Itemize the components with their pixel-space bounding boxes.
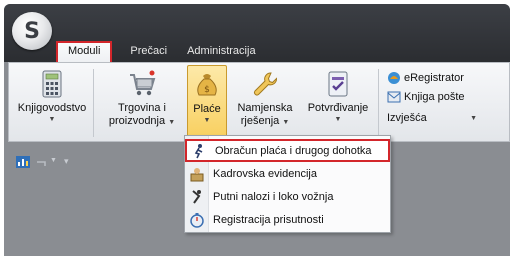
menu-item-registracija-prisutnosti[interactable]: Registracija prisutnosti	[185, 208, 390, 231]
ribbon-tabs: Moduli Prečaci Administracija	[56, 41, 266, 62]
chart-icon[interactable]	[16, 156, 30, 168]
ribbon-button-knjigovodstvo[interactable]: Knjigovodstvo ▼	[17, 65, 87, 141]
label-line1: Trgovina i	[118, 102, 166, 114]
dropdown-arrow-icon: ▼	[334, 116, 342, 123]
ribbon-button-label: Namjenska rješenja ▼	[237, 102, 292, 128]
ribbon-separator	[378, 69, 379, 137]
ribbon-separator	[93, 69, 94, 137]
tab-administracija[interactable]: Administracija	[177, 41, 265, 62]
menu-item-obracun-placa[interactable]: Obračun plaća i drugog dohotka	[185, 139, 390, 162]
checklist-icon	[328, 71, 348, 97]
svg-text:$: $	[204, 85, 210, 95]
calculator-icon	[42, 70, 62, 98]
knjiga-poste-label: Knjiga pošte	[404, 91, 465, 103]
ribbon-button-label: Knjigovodstvo	[17, 102, 87, 114]
ribbon-button-label: Plaće	[193, 103, 221, 115]
payroll-runner-icon	[194, 143, 203, 158]
menu-item-putni-nalozi[interactable]: Putni nalozi i loko vožnja	[185, 185, 390, 208]
menu-item-label: Obračun plaća i drugog dohotka	[215, 144, 372, 157]
label-line1: Namjenska	[237, 102, 293, 114]
stopwatch-icon	[190, 212, 204, 228]
dropdown-arrow-icon: ▼	[282, 119, 290, 126]
menu-item-label: Registracija prisutnosti	[213, 213, 324, 226]
undo-icon[interactable]	[34, 156, 48, 168]
menu-item-label: Putni nalozi i loko vožnja	[213, 190, 334, 203]
label-line2: rješenja	[240, 115, 280, 127]
customize-toolbar-icon[interactable]: ▾	[64, 156, 69, 167]
ribbon-small-knjiga-poste[interactable]: Knjiga pošte	[387, 88, 465, 106]
menu-item-label: Kadrovska evidencija	[213, 167, 317, 180]
tab-moduli[interactable]: Moduli	[56, 41, 113, 62]
menu-item-kadrovska-evidencija[interactable]: Kadrovska evidencija	[185, 162, 390, 185]
ribbon-panel: Knjigovodstvo ▼ Trgovina i proizvodnja ▼ …	[8, 62, 510, 142]
app-window: S Moduli Prečaci Administracija Knjigovo…	[4, 4, 510, 256]
ribbon-small-eregistrator[interactable]: eRegistrator	[387, 69, 464, 87]
mail-book-icon	[387, 91, 401, 103]
ribbon-button-place[interactable]: $ Plaće ▼	[187, 65, 227, 141]
shopping-cart-icon	[130, 70, 156, 96]
title-bar: S Moduli Prečaci Administracija	[4, 4, 510, 62]
ribbon-button-trgovina[interactable]: Trgovina i proizvodnja ▼	[103, 65, 181, 141]
ribbon-button-label: Potvrđivanje	[307, 102, 369, 114]
ribbon-small-izvjesca[interactable]: Izvješća ▼	[387, 109, 477, 127]
ribbon-button-label: Trgovina i proizvodnja ▼	[109, 102, 175, 128]
izvjesca-label: Izvješća	[387, 112, 427, 124]
dropdown-arrow-icon: ▼	[168, 119, 176, 126]
ribbon-button-potvrdivanje[interactable]: Potvrđivanje ▼	[305, 65, 371, 141]
place-dropdown-menu: Obračun plaća i drugog dohotka Kadrovska…	[184, 135, 391, 233]
travel-order-icon	[192, 189, 201, 204]
dropdown-arrow-icon: ▼	[48, 116, 56, 123]
personnel-icon	[190, 167, 204, 181]
tab-precaci[interactable]: Prečaci	[120, 41, 177, 62]
app-logo-letter: S	[24, 18, 40, 44]
eregistrator-icon	[388, 72, 400, 84]
dropdown-arrow-icon: ▼	[203, 117, 211, 124]
wrench-icon	[254, 72, 277, 96]
eregistrator-label: eRegistrator	[404, 72, 464, 84]
ribbon-button-namjenska[interactable]: Namjenska rješenja ▼	[233, 65, 297, 141]
money-bag-icon: $	[197, 74, 217, 96]
dropdown-arrow-icon: ▼	[470, 114, 477, 122]
application-menu-button[interactable]: S	[12, 12, 52, 50]
label-line2: proizvodnja	[108, 115, 166, 127]
dropdown-arrow-icon[interactable]: ▼	[50, 157, 57, 164]
